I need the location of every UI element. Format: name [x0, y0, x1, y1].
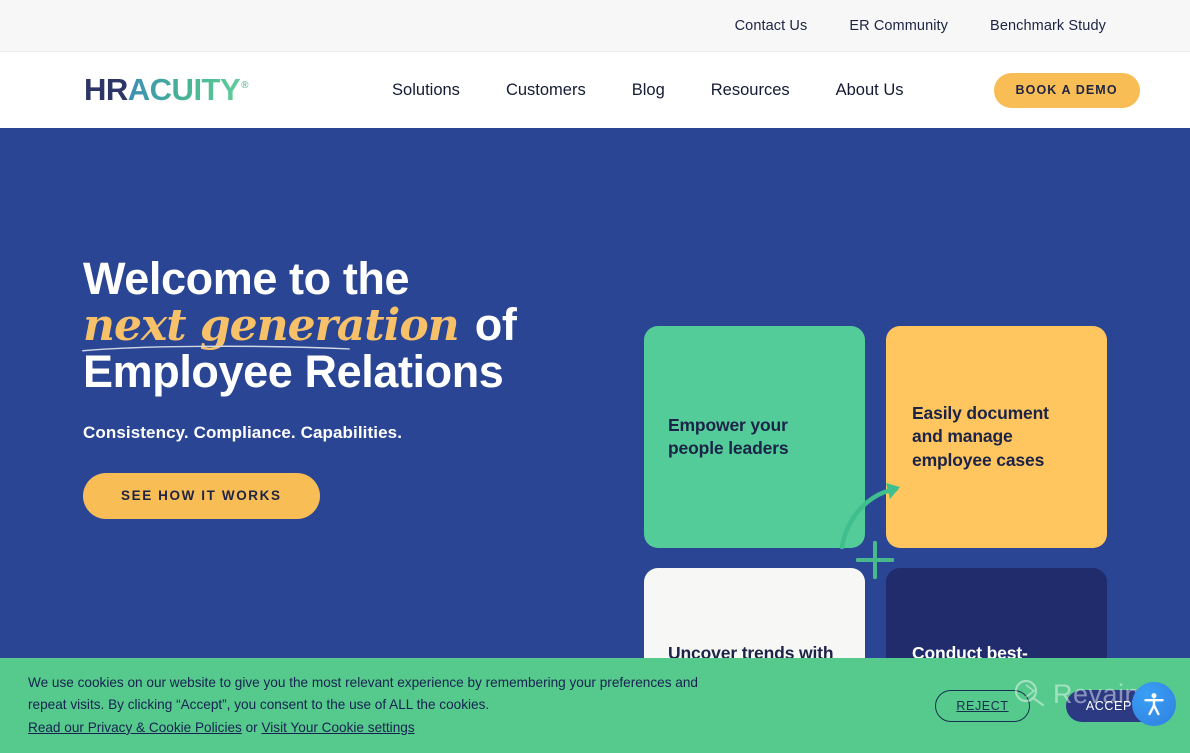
curved-arrow-icon — [839, 483, 900, 550]
hero-subtitle: Consistency. Compliance. Capabilities. — [83, 422, 403, 442]
topbar-link-benchmark-study[interactable]: Benchmark Study — [990, 18, 1106, 34]
topbar-link-contact-us[interactable]: Contact Us — [735, 18, 808, 34]
cookie-settings-link[interactable]: Visit Your Cookie settings — [261, 720, 414, 735]
page-root: Contact Us ER Community Benchmark Study … — [0, 0, 1190, 753]
cookie-banner-actions: REJECT ACCEPT Revain — [935, 679, 1176, 726]
hero-title-of: of — [462, 298, 517, 350]
book-a-demo-button[interactable]: BOOK A DEMO — [993, 72, 1140, 108]
hero-title: Welcome to the next generation of Employ… — [82, 253, 603, 397]
cookie-consent-banner: We use cookies on our website to give yo… — [0, 658, 1190, 753]
logo-text-hr: HR — [84, 72, 128, 107]
nav-item-customers[interactable]: Customers — [506, 81, 586, 100]
hero-card-empower-people-leaders[interactable]: Empower your people leaders — [644, 326, 865, 548]
utility-topbar: Contact Us ER Community Benchmark Study — [0, 0, 1190, 52]
site-header: HR ACUITY ® Solutions Customers Blog Res… — [0, 52, 1190, 128]
accessibility-person-icon — [1144, 692, 1164, 715]
hero-title-line-1: Welcome to the — [83, 253, 410, 304]
hero-card-text: Empower your people leaders — [668, 414, 789, 458]
cookie-text-line-1: We use cookies on our website to give yo… — [28, 674, 698, 690]
hero-title-line-2: next generation of — [82, 298, 603, 352]
privacy-cookie-policies-link[interactable]: Read our Privacy & Cookie Policies — [28, 720, 242, 735]
accessibility-widget-button[interactable] — [1132, 681, 1176, 726]
cookie-reject-button[interactable]: REJECT — [935, 689, 1030, 722]
nav-item-about-us[interactable]: About Us — [836, 81, 904, 100]
nav-item-resources[interactable]: Resources — [711, 81, 790, 100]
cookie-banner-text: We use cookies on our website to give yo… — [28, 672, 698, 739]
topbar-link-er-community[interactable]: ER Community — [849, 18, 948, 34]
hero-title-line-3: Employee Relations — [83, 345, 504, 397]
script-underline-swoosh — [82, 345, 350, 352]
cookie-text-line-2: repeat visits. By clicking “Accept”, you… — [28, 697, 490, 713]
nav-item-blog[interactable]: Blog — [632, 81, 665, 100]
hero-card-text: Easily document and manage employee case… — [912, 403, 1049, 470]
hero-title-script-wrap: next generation — [82, 302, 463, 352]
cookie-or-text: or — [241, 719, 262, 735]
main-navigation: Solutions Customers Blog Resources About… — [392, 72, 1140, 108]
logo-text-acuity: ACUITY — [127, 72, 241, 107]
nav-item-solutions[interactable]: Solutions — [392, 81, 460, 100]
cookie-text-line-3: Read our Privacy & Cookie Policies or Vi… — [28, 717, 698, 739]
hero-copy: Welcome to the next generation of Employ… — [82, 253, 603, 519]
logo-trademark: ® — [241, 80, 249, 91]
hero-card-document-manage-cases[interactable]: Easily document and manage employee case… — [886, 326, 1107, 548]
see-how-it-works-button[interactable]: SEE HOW IT WORKS — [83, 472, 320, 519]
logo[interactable]: HR ACUITY ® — [84, 72, 249, 108]
